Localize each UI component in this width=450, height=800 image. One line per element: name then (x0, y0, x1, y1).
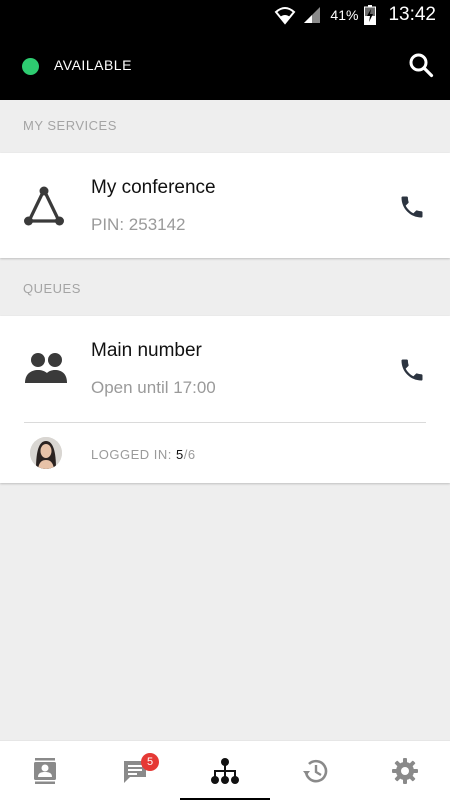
phone-icon[interactable] (398, 193, 426, 221)
presence-status[interactable]: AVAILABLE (54, 57, 132, 73)
logged-in-label: LOGGED IN: (91, 447, 176, 462)
conference-title: My conference (91, 177, 216, 198)
conference-card[interactable]: My conference PIN: 253142 (0, 153, 450, 258)
logged-in-status: LOGGED IN: 5/6 (91, 447, 196, 462)
queue-status: Open until 17:00 (91, 378, 216, 397)
queue-title: Main number (91, 340, 202, 361)
presence-indicator[interactable] (22, 58, 39, 75)
search-icon[interactable] (408, 52, 434, 78)
nav-contacts[interactable] (0, 741, 90, 800)
org-chart-icon (210, 757, 240, 785)
queue-card-main-number[interactable]: Main number Open until 17:00 LOGGED IN: … (0, 316, 450, 483)
nav-org-chart[interactable] (180, 741, 270, 800)
divider (24, 422, 426, 423)
status-bar-right: 41% 13:42 (274, 4, 436, 26)
status-bar: 41% 13:42 (0, 0, 450, 30)
battery-charging-icon (364, 5, 377, 25)
section-title-queues: QUEUES (23, 281, 81, 296)
unread-badge: 5 (141, 753, 159, 771)
conference-triangle-icon (23, 185, 65, 232)
phone-icon[interactable] (398, 356, 426, 384)
logged-in-total: /6 (183, 447, 196, 462)
wifi-icon (274, 5, 296, 25)
battery-percent: 41% (330, 7, 359, 23)
avatar[interactable] (30, 437, 62, 469)
section-title-my-services: MY SERVICES (23, 118, 117, 133)
signal-icon (302, 5, 322, 25)
group-icon (23, 351, 69, 390)
logged-in-count: 5 (175, 447, 184, 462)
contacts-icon (31, 757, 59, 785)
nav-chat[interactable]: 5 (90, 741, 180, 800)
history-icon (301, 757, 329, 785)
clock: 13:42 (388, 4, 436, 25)
conference-pin: PIN: 253142 (91, 215, 186, 234)
settings-icon (391, 757, 419, 785)
nav-settings[interactable] (360, 741, 450, 800)
nav-history[interactable] (270, 741, 360, 800)
app-header: AVAILABLE (0, 30, 450, 100)
bottom-navigation: 5 (0, 740, 450, 800)
